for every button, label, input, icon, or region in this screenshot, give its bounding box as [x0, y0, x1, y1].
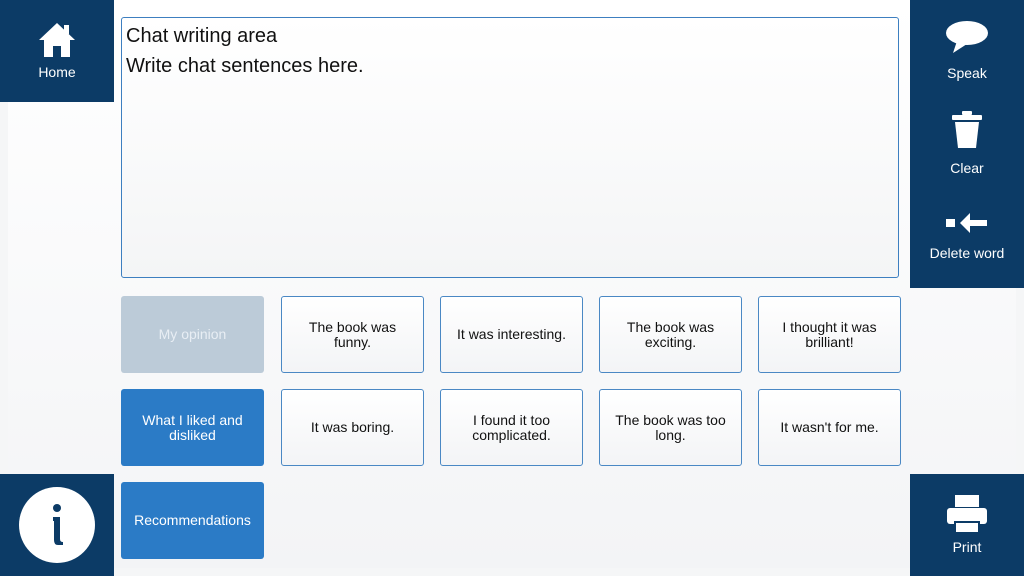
chat-writing-area[interactable]: Chat writing area Write chat sentences h… [121, 17, 899, 278]
chat-title: Chat writing area [126, 25, 278, 47]
backspace-arrow-icon [946, 212, 988, 239]
chat-placeholder: Write chat sentences here. [126, 55, 364, 77]
phrase-tile[interactable]: I found it too complicated. [440, 389, 583, 466]
app-root: Home Chat writing area Write chat senten… [0, 0, 1024, 576]
phrase-tile[interactable]: The book was funny. [281, 296, 424, 373]
print-button[interactable]: Print [910, 474, 1024, 576]
phrase-tile[interactable]: I thought it was brilliant! [758, 296, 901, 373]
phrase-tile[interactable]: It was interesting. [440, 296, 583, 373]
home-button[interactable]: Home [0, 0, 114, 102]
home-label: Home [38, 64, 76, 80]
right-toolbar: Speak Clear Delete word [910, 0, 1024, 288]
print-label: Print [952, 539, 982, 555]
category-recommendations[interactable]: Recommendations [121, 482, 264, 559]
info-icon [19, 487, 95, 563]
trash-icon [951, 111, 983, 154]
info-button[interactable] [0, 474, 114, 576]
clear-button[interactable]: Clear [910, 97, 1024, 190]
home-icon [38, 22, 76, 58]
delete-word-button[interactable]: Delete word [910, 190, 1024, 283]
speak-label: Speak [947, 65, 987, 81]
phrase-tile[interactable]: The book was too long. [599, 389, 742, 466]
delete-word-label: Delete word [929, 245, 1005, 261]
speech-bubble-icon [945, 20, 989, 59]
category-liked-disliked[interactable]: What I liked and disliked [121, 389, 264, 466]
printer-icon [947, 495, 987, 533]
phrase-tile[interactable]: It wasn't for me. [758, 389, 901, 466]
speak-button[interactable]: Speak [910, 4, 1024, 97]
category-my-opinion[interactable]: My opinion [121, 296, 264, 373]
phrase-tile[interactable]: It was boring. [281, 389, 424, 466]
clear-label: Clear [950, 160, 984, 176]
phrase-tile[interactable]: The book was exciting. [599, 296, 742, 373]
